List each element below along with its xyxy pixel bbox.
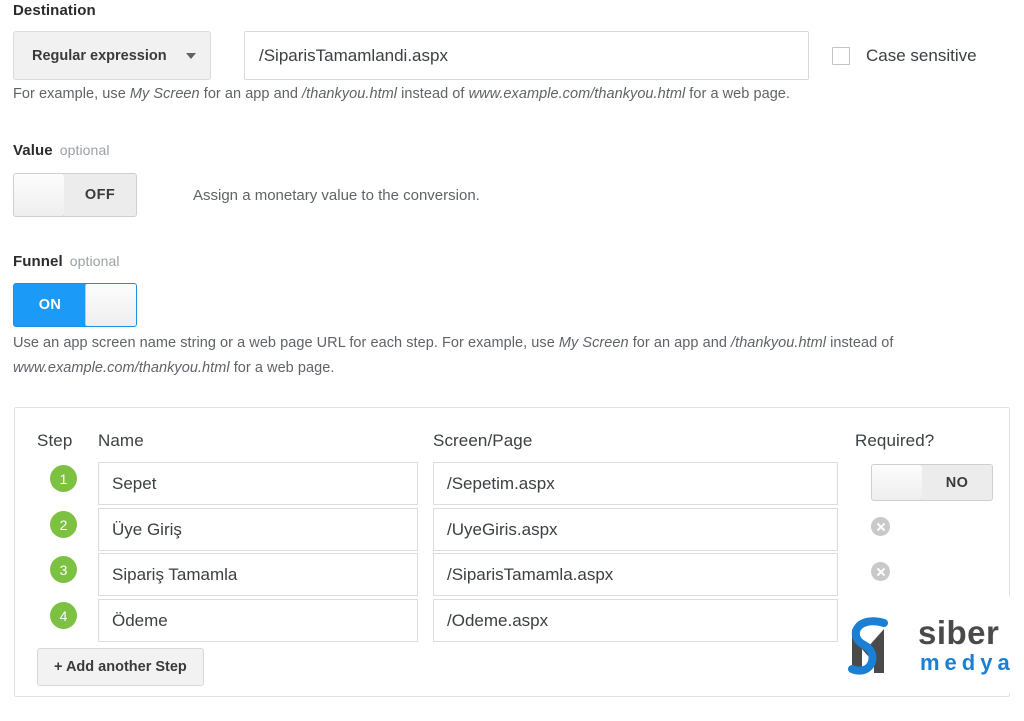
hint-part: instead of <box>397 86 469 102</box>
table-row: 1 Sepet/Sepetim.aspx NO <box>15 462 1009 507</box>
funnel-toggle-knob <box>85 284 136 326</box>
step-name-cell: Sepet <box>98 462 418 505</box>
value-toggle[interactable]: OFF <box>13 173 137 217</box>
funnel-toggle[interactable]: ON <box>13 283 137 327</box>
table-row: 2 Üye Giriş/UyeGiris.aspx <box>15 508 1009 553</box>
step-required-cell <box>855 553 1005 581</box>
value-toggle-row: OFF Assign a monetary value to the conve… <box>13 173 480 217</box>
step-screen-value: /SiparisTamamla.aspx <box>447 564 614 584</box>
step-name-input[interactable]: Ödeme <box>98 599 418 642</box>
step-number-cell: 4 <box>37 599 99 629</box>
step-required-cell: NO <box>855 462 1005 501</box>
value-toggle-knob <box>14 174 65 216</box>
step-screen-input[interactable]: /Sepetim.aspx <box>433 462 838 505</box>
hint-part: for a web page. <box>229 360 335 376</box>
step-screen-input[interactable]: /SiparisTamamla.aspx <box>433 553 838 596</box>
chevron-down-icon <box>186 52 196 59</box>
siber-medya-watermark: siber medya <box>838 597 1024 693</box>
funnel-toggle-row: ON <box>13 283 137 327</box>
case-sensitive-group[interactable]: Case sensitive <box>832 46 977 66</box>
destination-hint: For example, use My Screen for an app an… <box>13 82 790 107</box>
hint-italic: /thankyou.html <box>302 86 398 102</box>
funnel-table-header: Step Name Screen/Page Required? <box>15 431 1009 455</box>
funnel-hint: Use an app screen name string or a web p… <box>13 331 988 381</box>
case-sensitive-checkbox[interactable] <box>832 46 850 65</box>
step-screen-cell: /UyeGiris.aspx <box>433 508 838 551</box>
destination-heading: Destination <box>13 2 96 19</box>
match-type-value: Regular expression <box>32 47 167 64</box>
value-optional-tag: optional <box>59 142 110 158</box>
funnel-heading: Funnel optional <box>13 253 120 270</box>
logo-word-medya: medya <box>920 650 1015 675</box>
step-screen-value: /Odeme.aspx <box>447 610 549 630</box>
add-another-step-label: + Add another Step <box>54 659 187 675</box>
step-number-cell: 2 <box>37 508 99 538</box>
hint-part: For example, use <box>13 86 130 102</box>
delete-step-icon[interactable] <box>871 562 890 581</box>
step-required-cell <box>855 508 1005 536</box>
step-screen-cell: /Sepetim.aspx <box>433 462 838 505</box>
step-required-toggle-state: NO <box>922 465 992 500</box>
step-number-cell: 3 <box>37 553 99 583</box>
step-badge: 4 <box>50 602 77 629</box>
step-screen-cell: /Odeme.aspx <box>433 599 838 642</box>
step-name-value: Sepet <box>112 473 157 493</box>
step-required-toggle-knob <box>872 465 923 500</box>
table-row: 3 Sipariş Tamamla/SiparisTamamla.aspx <box>15 553 1009 598</box>
value-heading-text: Value <box>13 142 53 159</box>
hint-italic: www.example.com/thankyou.html <box>468 86 686 102</box>
step-badge: 3 <box>50 556 77 583</box>
funnel-optional-tag: optional <box>69 253 120 269</box>
siber-medya-logo-icon <box>848 617 888 675</box>
hint-part: for a web page. <box>685 86 791 102</box>
value-toggle-state: OFF <box>64 174 136 216</box>
destination-url-input[interactable]: /SiparisTamamlandi.aspx <box>244 31 809 80</box>
value-hint: Assign a monetary value to the conversio… <box>193 186 480 204</box>
required-toggle-wrap: NO <box>871 464 1005 501</box>
case-sensitive-label: Case sensitive <box>866 45 977 65</box>
step-name-input[interactable]: Sipariş Tamamla <box>98 553 418 596</box>
destination-row: Regular expression /SiparisTamamlandi.as… <box>13 31 977 80</box>
match-type-select[interactable]: Regular expression <box>13 31 211 80</box>
hint-part: for an app and <box>199 86 303 102</box>
step-name-value: Ödeme <box>112 610 168 630</box>
step-badge: 2 <box>50 511 77 538</box>
hint-part: for an app and <box>628 335 732 351</box>
column-header-screen: Screen/Page <box>433 431 533 450</box>
step-name-input[interactable]: Sepet <box>98 462 418 505</box>
step-screen-input[interactable]: /Odeme.aspx <box>433 599 838 642</box>
step-name-input[interactable]: Üye Giriş <box>98 508 418 551</box>
hint-part: instead of <box>826 335 894 351</box>
step-screen-input[interactable]: /UyeGiris.aspx <box>433 508 838 551</box>
hint-italic: /thankyou.html <box>731 335 827 351</box>
step-name-value: Üye Giriş <box>112 519 182 539</box>
step-screen-value: /Sepetim.aspx <box>447 473 555 493</box>
step-name-cell: Ödeme <box>98 599 418 642</box>
watermark-text: siber medya <box>918 616 1015 674</box>
step-required-toggle[interactable]: NO <box>871 464 993 501</box>
value-heading: Value optional <box>13 142 110 159</box>
hint-part: Use an app screen name string or a web p… <box>13 335 559 351</box>
column-header-required: Required? <box>855 431 935 450</box>
column-header-name: Name <box>98 431 144 450</box>
logo-word-siber: siber <box>918 614 1000 651</box>
funnel-toggle-state: ON <box>14 284 86 326</box>
step-screen-cell: /SiparisTamamla.aspx <box>433 553 838 596</box>
step-name-cell: Sipariş Tamamla <box>98 553 418 596</box>
step-name-cell: Üye Giriş <box>98 508 418 551</box>
column-header-step: Step <box>37 431 73 450</box>
step-name-value: Sipariş Tamamla <box>112 564 238 584</box>
add-another-step-button[interactable]: + Add another Step <box>37 648 204 686</box>
funnel-heading-text: Funnel <box>13 253 63 270</box>
step-number-cell: 1 <box>37 462 99 492</box>
step-screen-value: /UyeGiris.aspx <box>447 519 558 539</box>
destination-url-value: /SiparisTamamlandi.aspx <box>259 45 448 65</box>
step-badge: 1 <box>50 465 77 492</box>
delete-step-icon[interactable] <box>871 517 890 536</box>
hint-italic: My Screen <box>558 335 629 351</box>
hint-italic: www.example.com/thankyou.html <box>13 360 230 376</box>
hint-italic: My Screen <box>129 86 200 102</box>
